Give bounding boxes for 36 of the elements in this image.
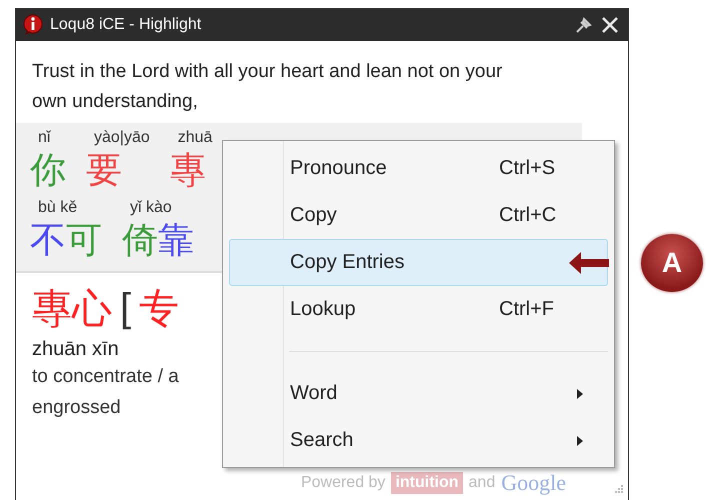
callout-arrow bbox=[569, 251, 609, 275]
menu-item[interactable]: Word bbox=[229, 370, 608, 417]
submenu-arrow-icon bbox=[577, 436, 583, 446]
chinese-character[interactable]: 可 bbox=[66, 219, 102, 263]
menu-item[interactable]: Copy Entries bbox=[229, 239, 608, 286]
pinyin-label: zhuā bbox=[176, 128, 212, 148]
close-icon[interactable] bbox=[600, 15, 620, 35]
pin-icon[interactable] bbox=[574, 15, 594, 35]
menu-item[interactable]: Pronounce Ctrl+S bbox=[229, 145, 608, 192]
bracket: [ bbox=[120, 286, 132, 331]
menu-item[interactable]: Lookup Ctrl+F bbox=[229, 286, 608, 333]
definition-text: engrossed bbox=[32, 396, 121, 420]
powered-by-text: Powered by bbox=[300, 474, 386, 492]
headword-traditional: 專心 bbox=[32, 285, 112, 334]
chinese-character[interactable]: 專 bbox=[170, 149, 206, 193]
definition-text: to concentrate / a bbox=[32, 365, 179, 389]
chinese-character[interactable]: 倚 bbox=[122, 219, 158, 263]
pinyin-label: yào|yāo bbox=[93, 128, 150, 148]
callout-badge: A bbox=[641, 234, 703, 292]
chinese-character[interactable]: 你 bbox=[30, 149, 66, 193]
menu-item[interactable]: Copy Ctrl+C bbox=[229, 192, 608, 239]
and-text: and bbox=[468, 474, 496, 492]
entry-pinyin: zhuān xīn bbox=[32, 338, 119, 361]
pinyin-label: bù kě bbox=[37, 198, 78, 218]
window-title: Loqu8 iCE - Highlight bbox=[50, 16, 202, 34]
submenu-arrow-icon bbox=[577, 388, 583, 398]
chinese-character[interactable]: 要 bbox=[86, 149, 122, 193]
resize-grip-icon[interactable] bbox=[612, 484, 624, 496]
pinyin-label: nǐ bbox=[37, 128, 50, 148]
info-icon bbox=[22, 14, 44, 36]
chinese-character[interactable]: 不 bbox=[30, 219, 66, 263]
headword-simplified: 专 bbox=[139, 285, 180, 334]
chinese-character[interactable]: 靠 bbox=[158, 219, 194, 263]
source-sentence: Trust in the Lord with all your heart and lean not on your own understanding, bbox=[31, 60, 504, 114]
menu-item[interactable]: Search bbox=[229, 417, 608, 464]
pinyin-label: yǐ kào bbox=[129, 198, 172, 218]
